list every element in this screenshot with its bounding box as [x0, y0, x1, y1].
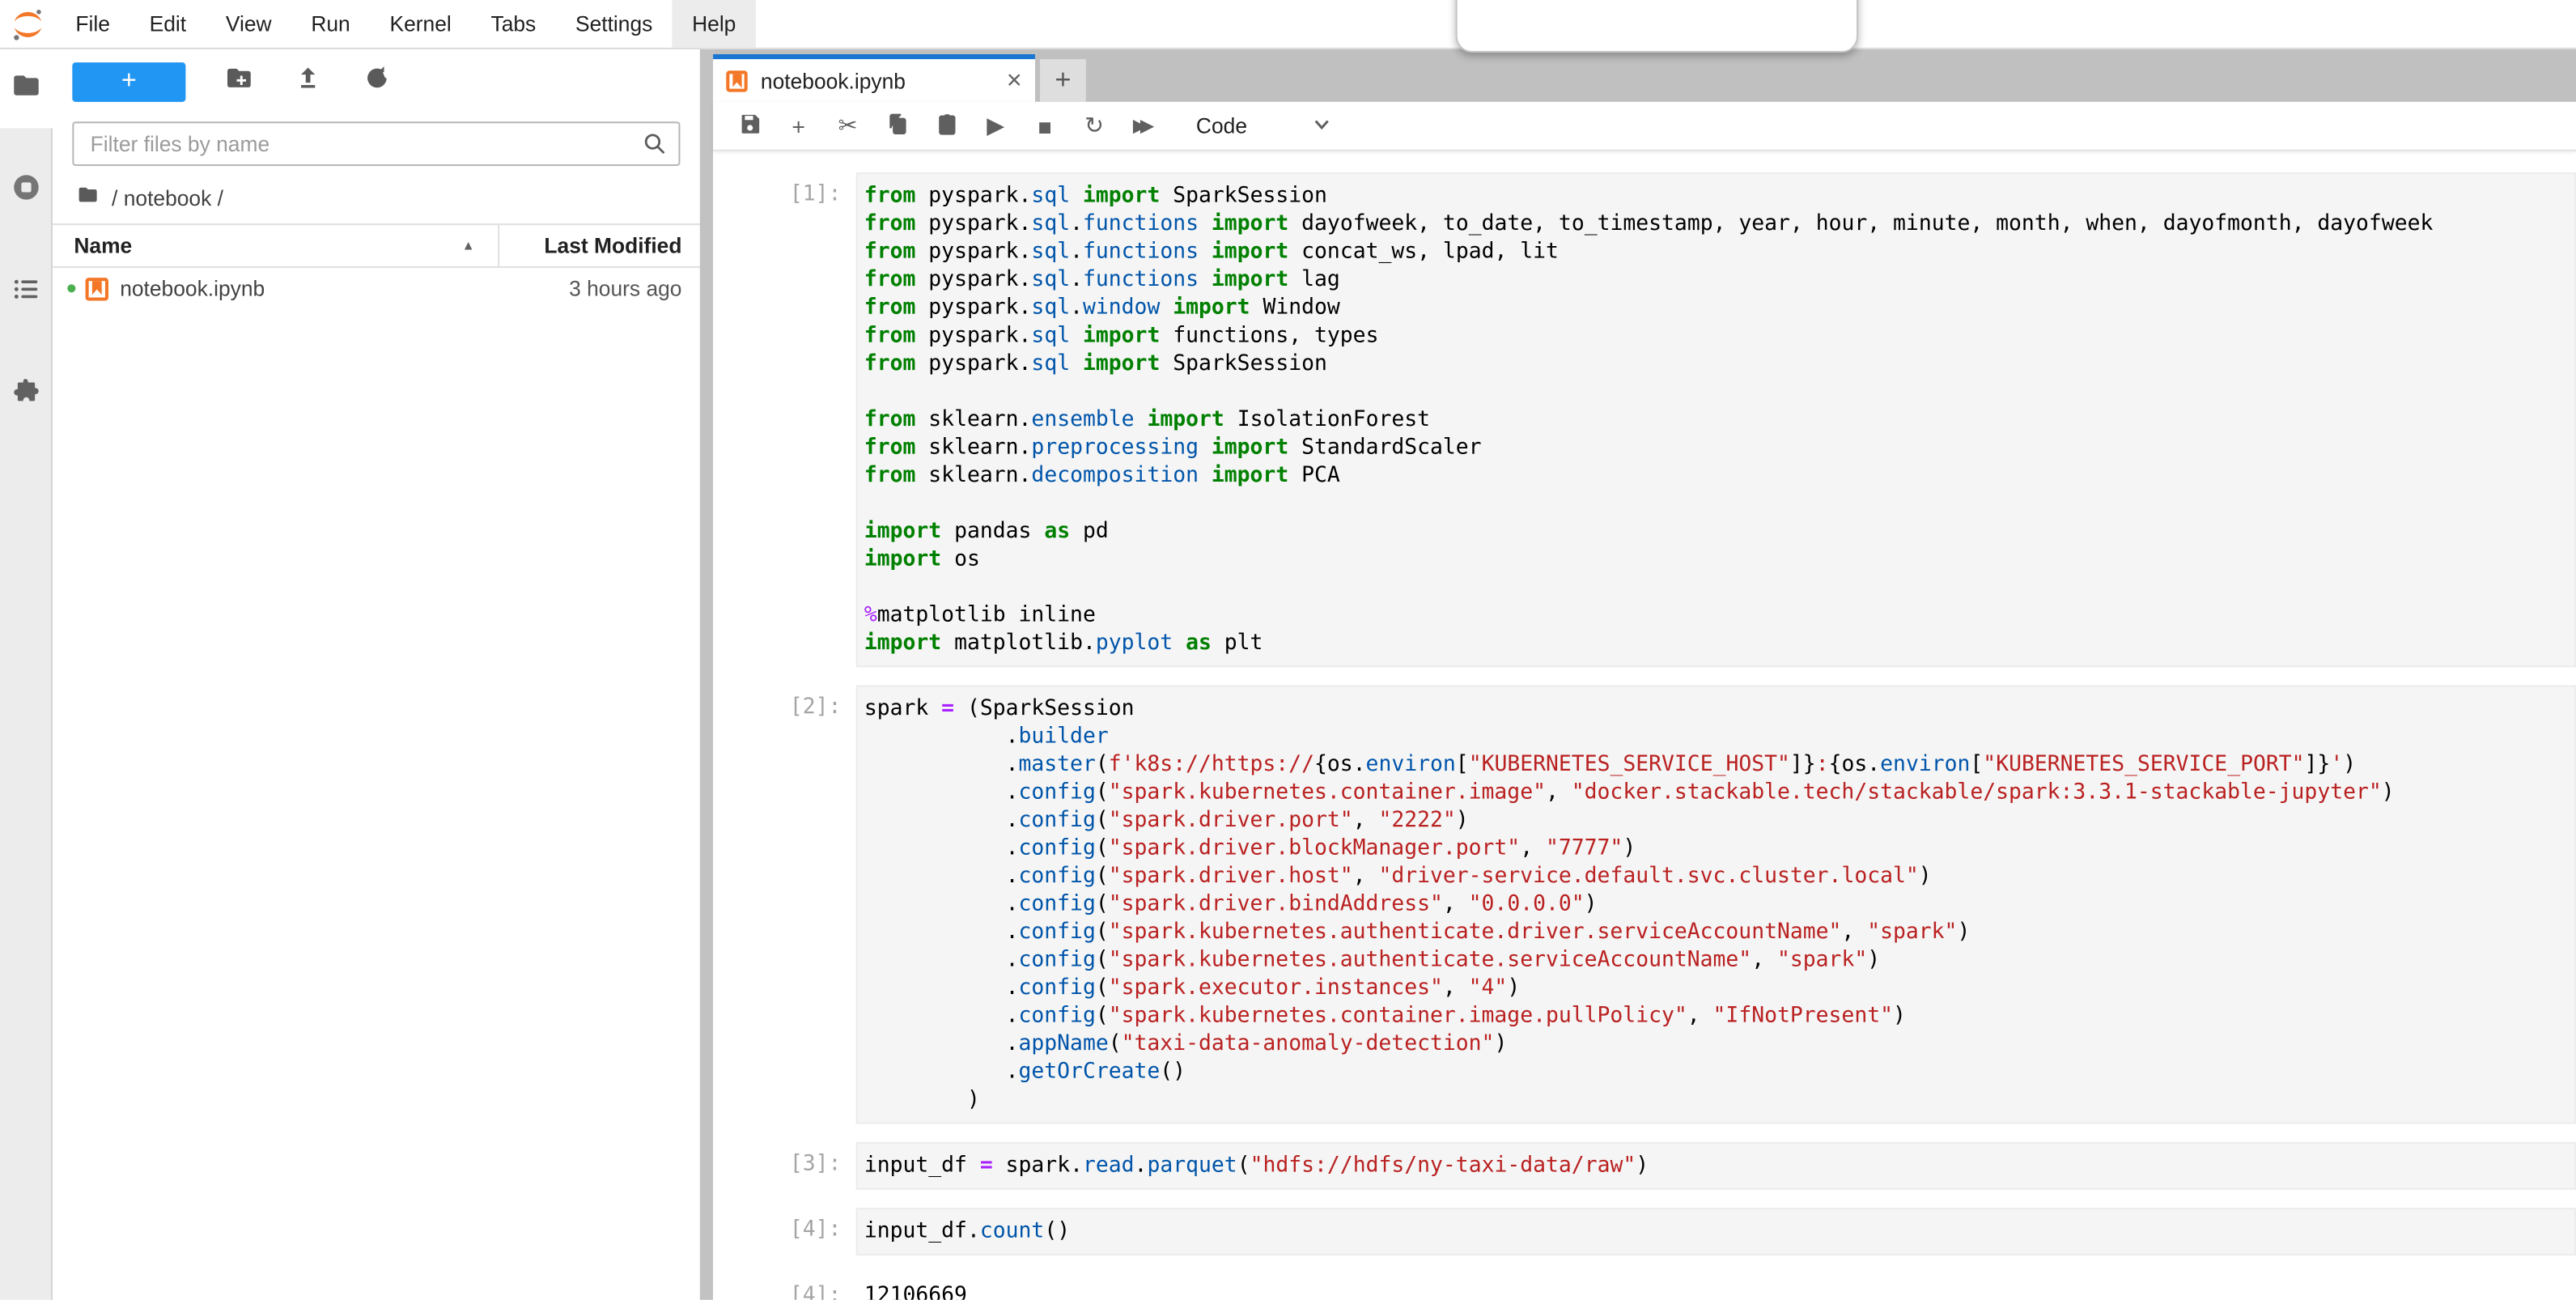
notebook-toolbar: + ✂ ▶ ■ ↻ ▶▶ Code: [713, 102, 2576, 151]
dock-panel: notebook.ipynb × + + ✂: [713, 49, 2576, 1300]
notebook-tab-icon: [726, 70, 747, 91]
tab-close-icon[interactable]: ×: [1007, 70, 1022, 91]
file-modified: 3 hours ago: [569, 276, 700, 300]
new-launcher-button[interactable]: +: [72, 62, 185, 102]
sidebar-icon-strip: [0, 49, 53, 1300]
execution-count: [3]:: [713, 1142, 856, 1190]
notebook-code-cell: [4]:input_df.count(): [713, 1208, 2576, 1255]
notebook-tab-title: notebook.ipynb: [761, 68, 906, 92]
restart-kernel-button[interactable]: ↻: [1075, 108, 1114, 144]
cell-type-value: Code: [1196, 113, 1247, 138]
home-folder-icon: [75, 184, 112, 210]
code-editor[interactable]: from pyspark.sql import SparkSessionfrom…: [856, 172, 2576, 667]
browser-popup: github.com: [1456, 0, 1858, 53]
breadcrumb-path: / notebook /: [112, 185, 223, 209]
execution-count: [1]:: [713, 172, 856, 667]
notebook-code-cell: [3]:input_df = spark.read.parquet("hdfs:…: [713, 1142, 2576, 1190]
new-folder-button[interactable]: [222, 66, 255, 99]
new-tab-button[interactable]: +: [1040, 59, 1086, 102]
cut-cells-button[interactable]: ✂: [828, 108, 868, 144]
notebook-output-cell: [4]:12106669: [713, 1273, 2576, 1299]
upload-icon: [293, 64, 321, 100]
column-header-modified[interactable]: Last Modified: [498, 225, 700, 266]
scissors-icon: ✂: [838, 112, 858, 140]
jupyter-logo-icon: [0, 0, 56, 48]
code-editor[interactable]: input_df = spark.read.parquet("hdfs://hd…: [856, 1142, 2576, 1190]
run-cell-button[interactable]: ▶: [976, 108, 1016, 144]
refresh-icon: [363, 64, 391, 100]
folder-icon: [11, 70, 40, 108]
sort-ascending-icon: ▲: [462, 238, 475, 253]
menu-kernel[interactable]: Kernel: [370, 0, 471, 48]
file-browser-panel: +: [53, 49, 700, 1300]
add-cell-button[interactable]: +: [779, 108, 818, 144]
restart-run-all-button[interactable]: ▶▶: [1124, 108, 1164, 144]
menu-bar: File Edit View Run Kernel Tabs Settings …: [0, 0, 2576, 49]
sidebar-scrollbar[interactable]: [700, 49, 713, 1300]
copy-icon: [885, 111, 909, 141]
breadcrumb[interactable]: / notebook /: [53, 166, 700, 223]
menu-view[interactable]: View: [206, 0, 291, 48]
restart-icon: ↻: [1084, 112, 1104, 140]
fast-forward-icon: ▶▶: [1133, 115, 1148, 136]
notebook-content: [1]:from pyspark.sql import SparkSession…: [713, 151, 2576, 1300]
kernel-running-dot: [67, 284, 75, 292]
notebook-file-icon: [86, 277, 108, 300]
filter-files-input[interactable]: [72, 121, 680, 166]
column-header-name[interactable]: Name ▲: [53, 233, 498, 257]
cell-type-select[interactable]: Code: [1196, 113, 1331, 138]
search-icon: [643, 131, 667, 155]
plus-icon: +: [791, 113, 805, 138]
save-icon: [736, 111, 761, 141]
sidebar-tab-extension-manager[interactable]: [0, 355, 52, 434]
chevron-down-icon: [1313, 113, 1330, 138]
name-header-label: Name: [74, 233, 132, 257]
paste-icon: [934, 111, 958, 141]
run-icon: ▶: [987, 112, 1004, 140]
new-folder-icon: [224, 64, 253, 100]
running-sessions-icon: [11, 172, 40, 210]
sidebar-tab-running-sessions[interactable]: [0, 151, 52, 230]
dock-tab-bar: notebook.ipynb × +: [713, 49, 2576, 102]
notebook-tab[interactable]: notebook.ipynb ×: [713, 54, 1035, 102]
puzzle-icon: [11, 376, 40, 414]
paste-cells-button[interactable]: [927, 108, 966, 144]
menu-run[interactable]: Run: [291, 0, 370, 48]
save-button[interactable]: [729, 108, 769, 144]
interrupt-kernel-button[interactable]: ■: [1025, 108, 1065, 144]
file-list-item[interactable]: notebook.ipynb 3 hours ago: [53, 268, 700, 309]
menu-tabs[interactable]: Tabs: [471, 0, 555, 48]
refresh-button[interactable]: [360, 66, 393, 99]
stop-icon: ■: [1038, 113, 1052, 138]
sidebar-tab-file-browser[interactable]: [0, 49, 53, 128]
menu-help[interactable]: Help: [673, 0, 756, 48]
code-editor[interactable]: input_df.count(): [856, 1208, 2576, 1255]
notebook-code-cell: [2]:spark = (SparkSession .builder .mast…: [713, 686, 2576, 1124]
jupyterlab-window: File Edit View Run Kernel Tabs Settings …: [0, 0, 2576, 1300]
table-of-contents-icon: [11, 274, 40, 312]
file-list-header: Name ▲ Last Modified: [53, 223, 700, 268]
code-editor[interactable]: spark = (SparkSession .builder .master(f…: [856, 686, 2576, 1124]
file-name: notebook.ipynb: [120, 276, 265, 300]
execution-count: [4]:: [713, 1208, 856, 1255]
execution-count: [4]:: [713, 1273, 856, 1299]
menu-edit[interactable]: Edit: [129, 0, 206, 48]
modified-header-label: Last Modified: [544, 233, 681, 257]
notebook-code-cell: [1]:from pyspark.sql import SparkSession…: [713, 172, 2576, 667]
menu-file[interactable]: File: [56, 0, 129, 48]
copy-cells-button[interactable]: [877, 108, 917, 144]
sidebar-tab-table-of-contents[interactable]: [0, 253, 52, 332]
output-area: 12106669: [856, 1273, 2576, 1299]
execution-count: [2]:: [713, 686, 856, 1124]
upload-button[interactable]: [291, 66, 324, 99]
menu-settings[interactable]: Settings: [556, 0, 673, 48]
